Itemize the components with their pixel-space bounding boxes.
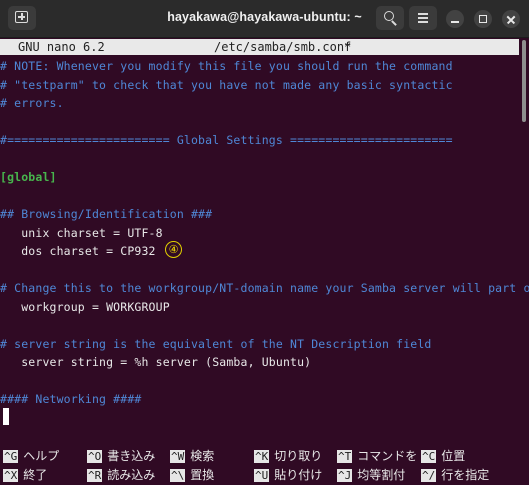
shortcut-key: ^K: [254, 450, 270, 463]
shortcut-key: ^J: [337, 469, 353, 482]
close-button[interactable]: [502, 10, 520, 28]
nano-version: GNU nano 6.2: [18, 40, 105, 54]
editor-line: # errors.: [0, 96, 64, 110]
shortcut-key: ^C: [421, 450, 437, 463]
shortcut-item: ^X 終了: [3, 466, 47, 484]
modified-indicator: *: [344, 40, 352, 54]
shortcut-key: ^R: [87, 469, 103, 482]
shortcut-item: ^G ヘルプ: [3, 447, 59, 465]
editor-line: ## Browsing/Identification ###: [0, 207, 213, 221]
shortcut-key: ^\: [170, 469, 186, 482]
shortcut-item: ^C 位置: [421, 447, 465, 465]
shortcut-label: 均等割付: [357, 468, 406, 482]
shortcut-label: 位置: [441, 449, 466, 463]
shortcut-bar: ^G ヘルプ ^O 書き込み ^W 検索 ^K 切り取り ^T コマンドを ^C 位置 ^X 終了 ^R 読み…: [0, 447, 529, 484]
menu-button[interactable]: [409, 6, 437, 30]
shortcut-label: コマンドを: [357, 449, 418, 463]
shortcut-key: ^/: [421, 469, 437, 482]
shortcut-key: ^U: [254, 469, 270, 482]
shortcut-item: ^O 書き込み: [87, 447, 155, 465]
title-bar[interactable]: hayakawa@hayakawa-ubuntu: ~: [0, 0, 529, 38]
shortcut-key: ^G: [3, 450, 19, 463]
shortcut-item: ^K 切り取り: [254, 447, 322, 465]
shortcut-label: 置換: [190, 468, 215, 482]
maximize-button[interactable]: [474, 10, 492, 28]
shortcut-label: 書き込み: [107, 449, 156, 463]
shortcut-key: ^T: [337, 450, 353, 463]
shortcut-item: ^R 読み込み: [87, 466, 155, 484]
shortcut-label: 読み込み: [107, 468, 156, 482]
maximize-icon: [479, 15, 487, 23]
terminal-window: hayakawa@hayakawa-ubuntu: ~ GNU nano 6.2…: [0, 0, 529, 484]
annotation-marker: ④: [165, 241, 182, 258]
minimize-button[interactable]: [446, 10, 464, 28]
editor-line: server string = %h server (Samba, Ubuntu…: [0, 355, 312, 369]
editor-line: #======================= Global Settings…: [0, 133, 453, 147]
shortcut-key: ^W: [170, 450, 186, 463]
shortcut-label: 貼り付け: [274, 468, 323, 482]
editor-line: [global]: [0, 170, 57, 184]
text-cursor: [3, 408, 9, 425]
shortcut-label: 終了: [23, 468, 48, 482]
nano-header-bar: GNU nano 6.2 /etc/samba/smb.conf *: [0, 39, 519, 55]
editor-line: # Change this to the workgroup/NT-domain…: [0, 281, 529, 295]
shortcut-item: ^T コマンドを: [337, 447, 417, 465]
editor-line: dos charset = CP932: [0, 244, 156, 258]
shortcut-key: ^O: [87, 450, 103, 463]
minimize-icon: [451, 21, 459, 23]
shortcut-label: 切り取り: [274, 449, 323, 463]
shortcut-item: ^U 貼り付け: [254, 466, 322, 484]
shortcut-label: 検索: [190, 449, 215, 463]
shortcut-item: ^\ 置換: [170, 466, 214, 484]
shortcut-label: ヘルプ: [23, 449, 60, 463]
editor-line: unix charset = UTF-8: [0, 225, 163, 240]
shortcut-item: ^W 検索: [170, 447, 214, 465]
search-button[interactable]: [376, 6, 404, 30]
editor-line: # server string is the equivalent of the…: [0, 336, 432, 351]
nano-filename: /etc/samba/smb.conf: [214, 40, 352, 54]
editor-line: # "testparm" to check that you have not …: [0, 77, 453, 92]
shortcut-label: 行を指定: [441, 468, 490, 482]
editor-line: workgroup = WORKGROUP: [0, 299, 170, 314]
shortcut-key: ^X: [3, 469, 19, 482]
shortcut-item: ^/ 行を指定: [421, 466, 489, 484]
editor-line: # NOTE: Whenever you modify this file yo…: [0, 59, 453, 73]
shortcut-item: ^J 均等割付: [337, 466, 405, 484]
scrollbar-thumb[interactable]: [522, 40, 526, 122]
editor-line: #### Networking ####: [0, 392, 142, 406]
scrollbar[interactable]: [521, 40, 527, 438]
